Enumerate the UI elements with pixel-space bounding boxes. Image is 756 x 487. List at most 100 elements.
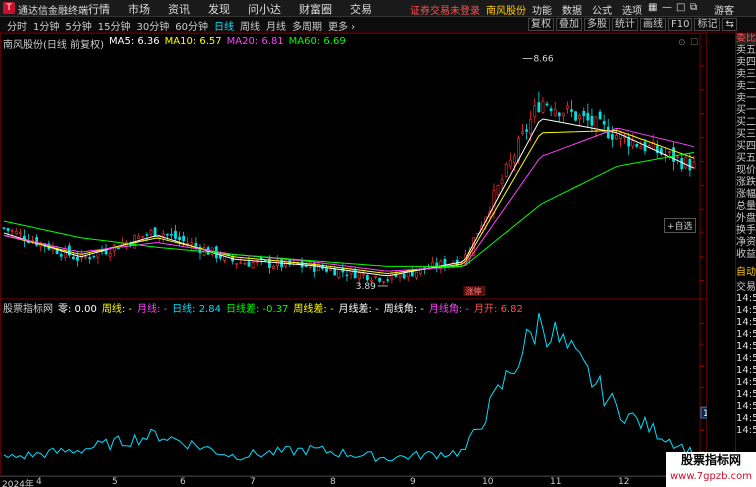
candle-body xyxy=(631,140,635,147)
period-tab-8[interactable]: 月线 xyxy=(263,18,289,33)
chart-settings-icon[interactable]: ⊙ xyxy=(678,38,686,48)
quote-label-12: 涨跌 xyxy=(736,177,756,188)
period-tab-2[interactable]: 5分钟 xyxy=(62,18,94,33)
candle-body xyxy=(92,255,96,258)
menu-item-market[interactable]: 市场 xyxy=(128,1,150,17)
candle-body xyxy=(374,275,377,278)
tick-time-3: 14:5 xyxy=(736,329,756,340)
quote-label-6: 买一 xyxy=(736,105,756,116)
menu-item-news[interactable]: 资讯 xyxy=(168,1,190,17)
candle-body xyxy=(553,108,557,116)
candle-body xyxy=(549,108,553,112)
ma-legend-item-1: MA10: 6.57 xyxy=(164,36,222,47)
candle-body xyxy=(615,134,618,140)
watermark-logo-text: 股票指标网 xyxy=(680,453,741,467)
candle-body xyxy=(635,143,639,147)
candle-body xyxy=(378,277,382,282)
date-axis-label-8: 11 xyxy=(550,477,562,487)
quote-label-2: 卖四 xyxy=(736,57,756,68)
candle-body xyxy=(88,257,92,260)
tick-time-6: 14:5 xyxy=(736,365,756,376)
quote-label-4: 卖二 xyxy=(736,81,756,92)
login-notice[interactable]: 证券交易未登录 南风股份 xyxy=(410,2,526,17)
candle-body xyxy=(688,158,692,171)
candle-body xyxy=(243,262,247,265)
quote-label-17: 净资 xyxy=(736,237,756,248)
candle-body xyxy=(325,268,328,272)
tool-button-3[interactable]: 统计 xyxy=(612,18,638,31)
period-tab-4[interactable]: 30分钟 xyxy=(133,18,172,33)
tool-button-1[interactable]: 叠加 xyxy=(556,18,582,31)
ma-legend-item-2: MA20: 6.81 xyxy=(226,36,284,47)
period-tab-6[interactable]: 日线 xyxy=(211,18,237,33)
app-logo-icon: T xyxy=(3,2,15,14)
candle-body xyxy=(578,114,582,119)
candle-body xyxy=(508,159,512,167)
candle-body xyxy=(414,271,418,278)
menu-grid-icon[interactable]: ▦ xyxy=(648,2,657,13)
period-tab-10[interactable]: 更多 › xyxy=(325,18,358,33)
candle-body xyxy=(590,115,594,126)
period-tab-3[interactable]: 15分钟 xyxy=(95,18,134,33)
quote-label-10: 买五 xyxy=(736,153,756,164)
auto-label[interactable]: 自动 xyxy=(736,263,756,278)
menu-item-formula[interactable]: 公式 xyxy=(592,2,612,17)
tick-time-4: 14:5 xyxy=(736,341,756,352)
candle-body xyxy=(84,256,88,258)
tick-time-2: 14:5 xyxy=(736,317,756,328)
candle-body xyxy=(610,134,614,140)
chart-close-icon[interactable]: ☐ xyxy=(690,38,698,48)
kline-chart-svg[interactable]: 8.508.007.507.006.506.005.505.004.504.00… xyxy=(0,33,707,476)
menu-item-data[interactable]: 数据 xyxy=(562,2,582,17)
menu-item-quotes[interactable]: 行情 xyxy=(88,1,110,17)
menu-item-options[interactable]: 选项 xyxy=(622,2,642,17)
app-name: 通达信金融终端 xyxy=(18,6,88,17)
indicator-legend-item-1: 周线: - xyxy=(101,304,132,315)
period-tab-9[interactable]: 多周期 xyxy=(289,18,325,33)
candle-body xyxy=(161,233,165,237)
candle-body xyxy=(141,235,145,238)
maximize-icon[interactable]: □ xyxy=(676,2,685,13)
menu-item-functions[interactable]: 功能 xyxy=(532,2,552,17)
menu-item-trade[interactable]: 交易 xyxy=(350,1,372,17)
period-tab-0[interactable]: 分时 xyxy=(4,18,30,33)
candle-body xyxy=(59,254,63,257)
tool-button-2[interactable]: 多股 xyxy=(584,18,610,31)
quote-label-9: 买四 xyxy=(736,141,756,152)
candle-body xyxy=(235,263,239,265)
ma-line-ma5 xyxy=(3,118,695,277)
add-watchlist-button[interactable]: +自选 xyxy=(664,218,696,233)
tool-button-6[interactable]: 标记 xyxy=(694,18,721,31)
candle-body xyxy=(684,157,688,169)
candle-body xyxy=(182,235,186,242)
quote-label-1: 卖五 xyxy=(736,45,756,56)
chart-area[interactable]: 8.508.007.507.006.506.005.505.004.504.00… xyxy=(0,33,707,476)
ma-legend-item-3: MA60: 6.69 xyxy=(288,36,346,47)
candle-body xyxy=(239,262,243,264)
period-tab-1[interactable]: 1分钟 xyxy=(30,18,62,33)
candle-body xyxy=(574,111,577,121)
period-tab-7[interactable]: 周线 xyxy=(237,18,263,33)
menu-item-discover[interactable]: 发现 xyxy=(208,1,230,17)
indicator-legend-item-8: 月线角: - xyxy=(428,304,470,315)
candle-body xyxy=(533,105,537,117)
chart-tools: 复权 叠加 多股 统计 画线 F10 标记 ⇆ xyxy=(528,18,739,31)
restore-icon[interactable]: ⧉ xyxy=(690,2,697,13)
candle-body xyxy=(76,256,79,261)
minimize-icon[interactable]: — xyxy=(662,2,672,13)
tool-button-5[interactable]: F10 xyxy=(668,18,693,31)
trade-label[interactable]: 交易 xyxy=(736,278,756,293)
menu-item-ask[interactable]: 问小达 xyxy=(248,1,281,17)
login-notice-text: 证券交易未登录 xyxy=(410,6,480,17)
date-axis-label-0: 2024年 xyxy=(2,480,34,487)
tool-button-7[interactable]: ⇆ xyxy=(722,18,737,31)
menu-item-wealth[interactable]: 财富圈 xyxy=(299,1,332,17)
user-label[interactable]: 游客 xyxy=(714,2,734,17)
period-tab-5[interactable]: 60分钟 xyxy=(172,18,211,33)
indicator-legend-item-5: 周线差: - xyxy=(293,304,334,315)
tool-button-0[interactable]: 复权 xyxy=(528,18,554,31)
main-menu: 行情 市场 资讯 发现 问小达 财富圈 交易 xyxy=(88,1,390,17)
tool-button-4[interactable]: 画线 xyxy=(640,18,666,31)
tick-time-0: 14:5 xyxy=(736,293,756,304)
candle-body xyxy=(504,163,508,177)
